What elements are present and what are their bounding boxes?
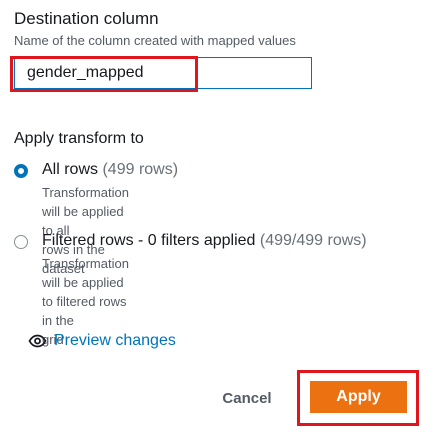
row-count: (499/499 rows) [259, 232, 367, 249]
destination-column-description: Name of the column created with mapped v… [14, 33, 296, 48]
destination-column-input[interactable] [27, 58, 297, 88]
destination-column-title: Destination column [14, 9, 159, 28]
cancel-button[interactable]: Cancel [205, 384, 289, 412]
description-line: Transformation will be applied to filter… [42, 256, 129, 328]
apply-button[interactable]: Apply [310, 381, 407, 413]
radio-button-selected[interactable] [14, 164, 28, 178]
preview-changes-link[interactable]: Preview changes [28, 332, 176, 350]
eye-icon [28, 334, 47, 348]
apply-transform-title: Apply transform to [14, 130, 144, 147]
radio-all-rows-label[interactable]: All rows (499 rows) [42, 161, 178, 179]
option-label: Filtered rows - 0 filters applied [42, 232, 256, 249]
option-label: All rows [42, 161, 99, 178]
row-count: (499 rows) [102, 161, 179, 178]
preview-changes-label[interactable]: Preview changes [54, 332, 176, 350]
destination-column-field[interactable] [14, 57, 312, 89]
radio-button-unselected[interactable] [14, 235, 28, 249]
radio-filtered-rows-label[interactable]: Filtered rows - 0 filters applied (499/4… [42, 232, 367, 250]
